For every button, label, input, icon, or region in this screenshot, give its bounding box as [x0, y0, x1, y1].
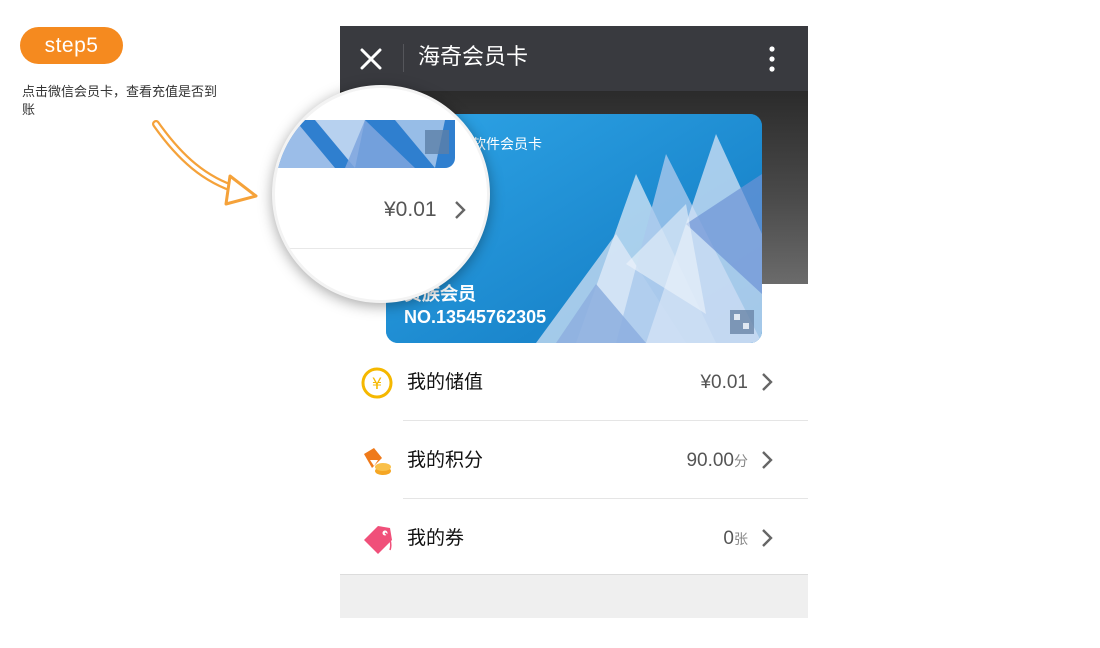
magnified-card-edge — [275, 120, 455, 168]
list-item-label: 我的储值 — [407, 371, 484, 393]
chevron-right-icon — [762, 373, 773, 391]
list-item-value: 90.00分 — [686, 450, 748, 471]
list-item-points[interactable]: 我的积分 90.00分 — [340, 421, 808, 499]
tutorial-page: step5 点击微信会员卡，查看充值是否到账 海奇会员卡 软件会员卡 贵族会员 … — [0, 0, 1100, 648]
step-instruction: 点击微信会员卡，查看充值是否到账 — [22, 85, 218, 118]
svg-text:¥: ¥ — [372, 374, 382, 393]
step-badge: step5 — [20, 27, 123, 64]
page-title: 海奇会员卡 — [418, 45, 529, 70]
footer-area — [340, 574, 808, 618]
list-item-coupons[interactable]: 我的券 0张 — [340, 499, 808, 577]
list-item-value: 0张 — [723, 528, 748, 549]
list-item-label: 我的积分 — [407, 449, 484, 471]
points-coin-icon — [364, 448, 391, 475]
pointer-arrow-icon — [152, 120, 258, 206]
yuan-coin-icon: ¥ — [361, 367, 393, 399]
more-vertical-icon[interactable] — [760, 44, 784, 74]
card-number: NO.13545762305 — [404, 307, 547, 327]
title-bar: 海奇会员卡 — [340, 26, 808, 91]
chevron-right-icon — [455, 201, 466, 219]
close-icon[interactable] — [356, 44, 386, 74]
title-divider — [403, 44, 404, 72]
list-item-stored-value[interactable]: ¥ 我的储值 ¥0.01 — [340, 343, 808, 421]
list-item-label: 我的券 — [407, 527, 465, 549]
chevron-right-icon — [762, 529, 773, 547]
list-item-value: ¥0.01 — [700, 372, 748, 393]
coupon-tag-icon — [364, 526, 392, 554]
chevron-right-icon — [762, 451, 773, 469]
magnified-value: ¥0.01 — [384, 198, 437, 221]
magnifier-callout: ¥0.01 — [272, 85, 490, 303]
card-brand: 软件会员卡 — [472, 137, 542, 153]
